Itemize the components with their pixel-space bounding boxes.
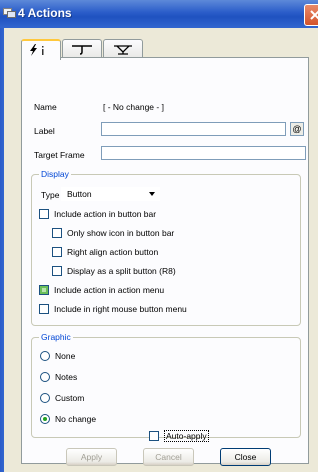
- type-label: Type: [41, 190, 60, 200]
- include-button-bar-checkbox[interactable]: Include action in button bar: [39, 209, 156, 219]
- only-show-icon-checkbox[interactable]: Only show icon in button bar: [52, 228, 174, 238]
- radio-circle: [40, 414, 50, 424]
- label-input[interactable]: [101, 122, 286, 136]
- include-action-menu-checkbox[interactable]: Include action in action menu: [39, 285, 164, 295]
- checkbox-box: [39, 209, 49, 219]
- tab-hook[interactable]: [62, 39, 102, 58]
- close-icon: [310, 10, 318, 20]
- radio-circle: [40, 372, 50, 382]
- label-label: Label: [34, 126, 55, 136]
- graphic-custom-radio[interactable]: Custom: [40, 393, 84, 403]
- window-app-icon: [3, 8, 16, 18]
- checkbox-box: [52, 247, 62, 257]
- display-group-title: Display: [39, 169, 71, 179]
- radio-label: Notes: [55, 372, 78, 382]
- include-right-mouse-checkbox[interactable]: Include in right mouse button menu: [39, 304, 187, 314]
- graphic-no-change-radio[interactable]: No change: [40, 414, 96, 424]
- checkbox-box: [52, 228, 62, 238]
- target-frame-input[interactable]: [101, 146, 306, 160]
- tab-sprinkler[interactable]: [103, 39, 143, 58]
- name-label: Name: [34, 102, 57, 112]
- graphic-none-radio[interactable]: None: [40, 351, 75, 361]
- display-group: Display Type Button Include action in bu…: [31, 169, 301, 326]
- radio-circle: [40, 351, 50, 361]
- chevron-down-icon: [149, 192, 155, 196]
- split-button-checkbox[interactable]: Display as a split button (R8): [52, 266, 176, 276]
- sprinkler-icon: [114, 45, 132, 55]
- actions-dialog: 4 Actions Name [- No change -] Label @…: [0, 0, 318, 472]
- checkbox-label: Auto-apply: [164, 430, 209, 442]
- name-value: [ - No change - ]: [103, 102, 164, 112]
- checkbox-label: Include action in button bar: [54, 209, 157, 219]
- radio-label: No change: [55, 414, 97, 424]
- title-bar[interactable]: 4 Actions: [0, 0, 318, 28]
- right-align-checkbox[interactable]: Right align action button: [52, 247, 158, 257]
- checkbox-box: [39, 304, 49, 314]
- checkbox-label: Display as a split button (R8): [67, 266, 176, 276]
- dialog-content: Name [ - No change - ] Label @ Target Fr…: [4, 28, 318, 472]
- radio-label: None: [55, 351, 76, 361]
- close-window-button[interactable]: [304, 4, 318, 26]
- insert-field-button[interactable]: @: [290, 122, 304, 136]
- checkbox-label: Right align action button: [67, 247, 159, 257]
- hook-icon: [72, 45, 92, 55]
- graphic-group: Graphic None Notes Custom No change: [31, 332, 301, 438]
- type-select-value: Button: [67, 189, 92, 199]
- lightning-icon: [30, 44, 44, 56]
- type-select[interactable]: Button: [61, 187, 160, 201]
- tab-action[interactable]: [21, 39, 61, 60]
- checkbox-box: [52, 266, 62, 276]
- apply-button[interactable]: Apply: [66, 448, 117, 466]
- checkbox-box: [149, 431, 159, 441]
- graphic-notes-radio[interactable]: Notes: [40, 372, 77, 382]
- checkbox-box: [39, 285, 49, 295]
- tab-panel: Name [ - No change - ] Label @ Target Fr…: [21, 57, 309, 464]
- radio-circle: [40, 393, 50, 403]
- checkbox-label: Include action in action menu: [54, 285, 165, 295]
- graphic-group-title: Graphic: [39, 332, 73, 342]
- window-title: 4 Actions: [18, 6, 72, 20]
- cancel-button[interactable]: Cancel: [143, 448, 194, 466]
- checkbox-label: Include in right mouse button menu: [54, 304, 187, 314]
- close-button[interactable]: Close: [220, 448, 271, 466]
- checkbox-label: Only show icon in button bar: [67, 228, 175, 238]
- radio-label: Custom: [55, 393, 85, 403]
- auto-apply-checkbox[interactable]: Auto-apply: [149, 430, 209, 442]
- target-frame-label: Target Frame: [34, 150, 85, 160]
